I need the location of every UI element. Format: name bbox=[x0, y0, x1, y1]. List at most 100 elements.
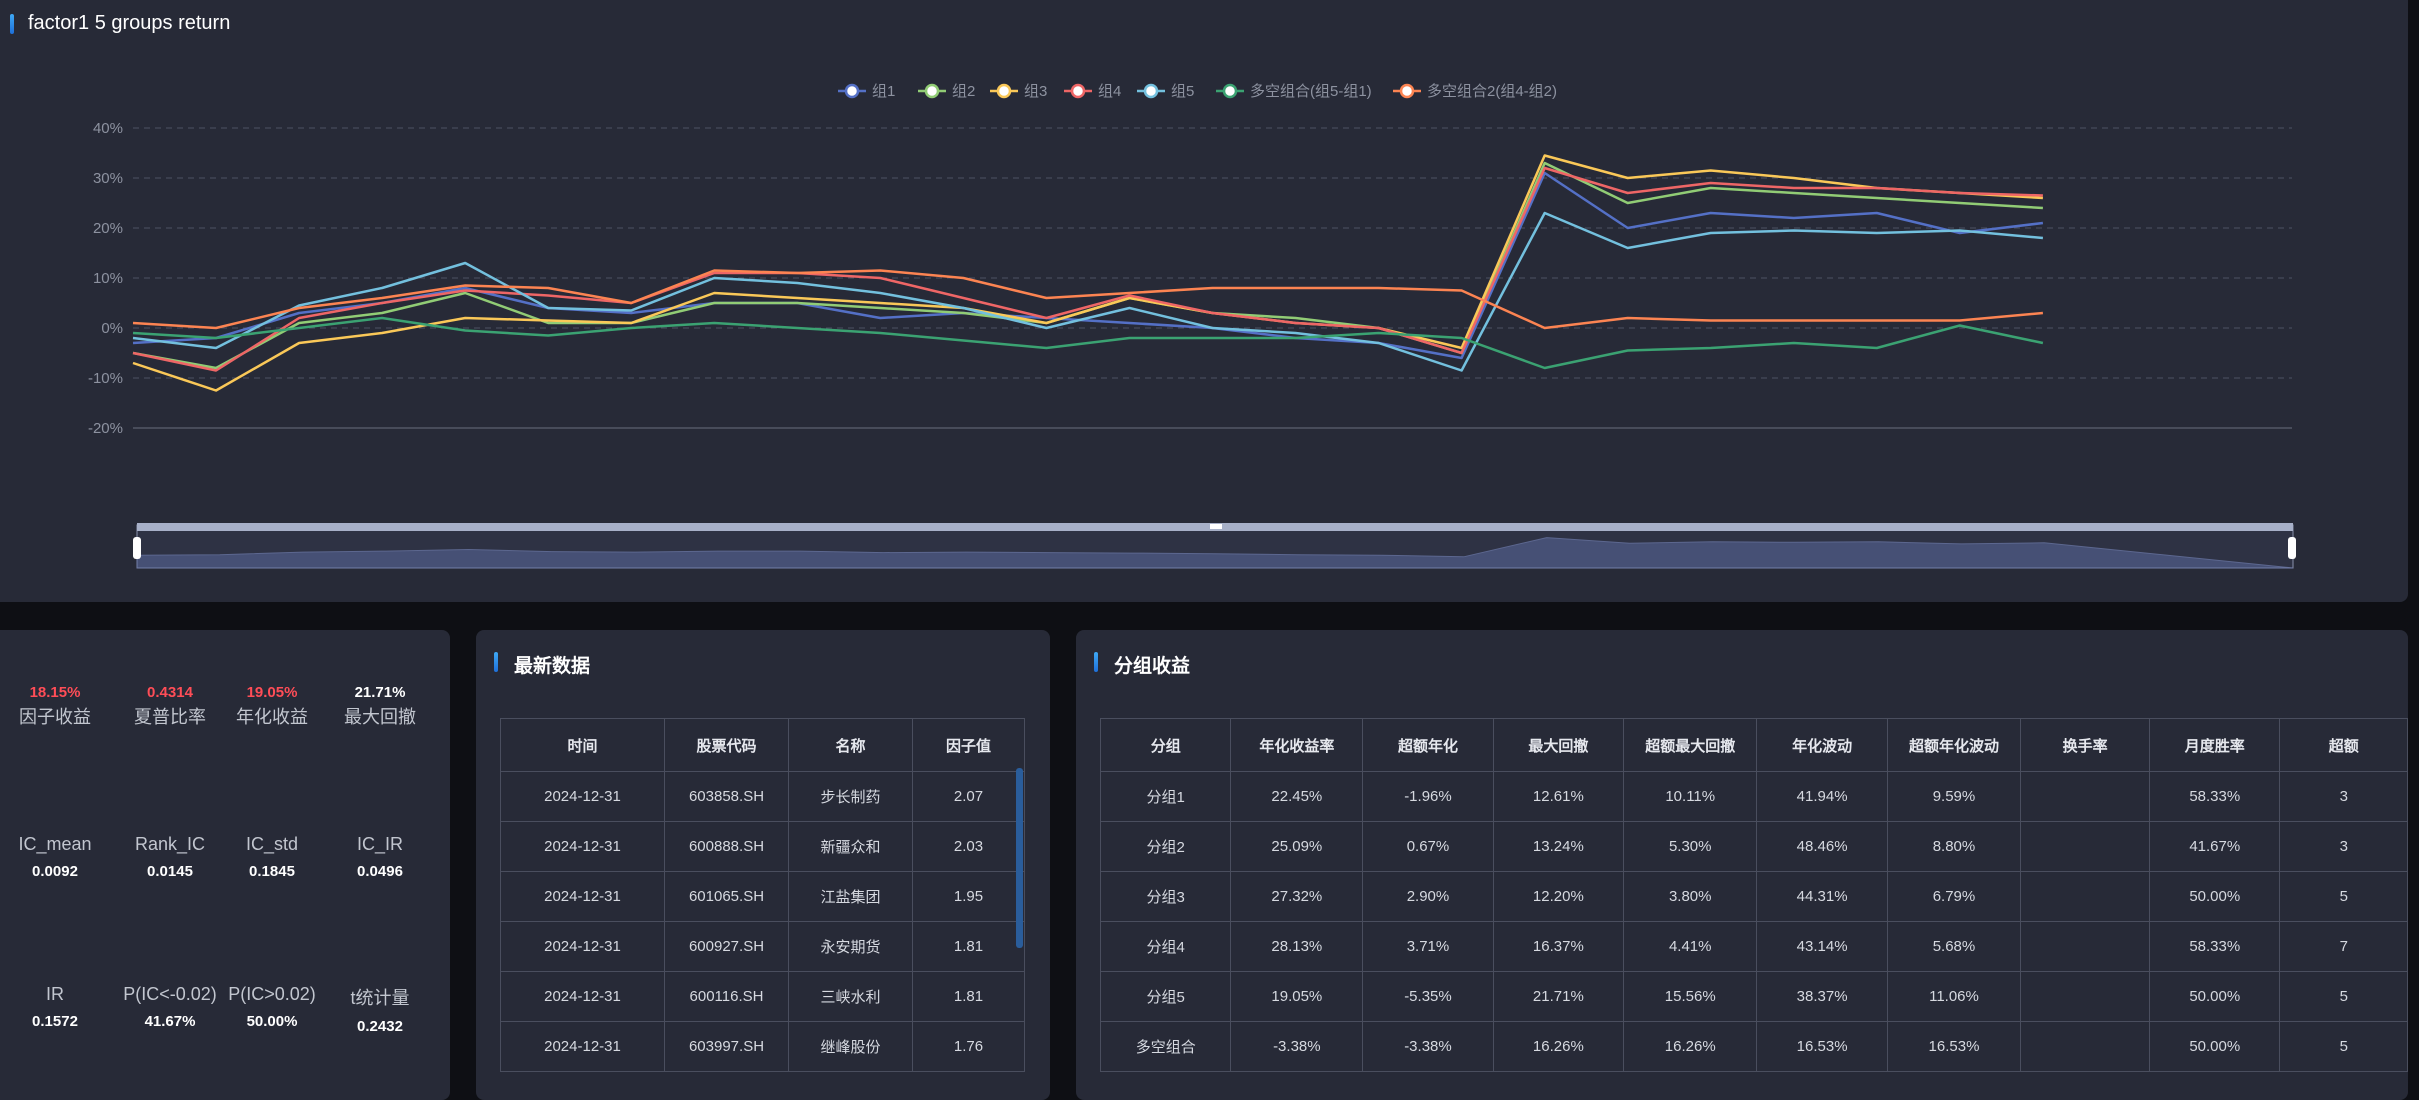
series-line[interactable] bbox=[132, 166, 2043, 372]
table-cell: 5 bbox=[2279, 1021, 2408, 1072]
legend-marker-icon[interactable] bbox=[1222, 83, 1238, 99]
legend-marker-icon[interactable] bbox=[1399, 83, 1415, 99]
table-cell: 5.30% bbox=[1623, 821, 1758, 872]
table-cell bbox=[2020, 1021, 2151, 1072]
column-header[interactable]: 股票代码 bbox=[664, 718, 789, 772]
column-header[interactable]: 年化收益率 bbox=[1230, 718, 1364, 772]
table-cell: 27.32% bbox=[1230, 871, 1364, 922]
column-header[interactable]: 月度胜率 bbox=[2149, 718, 2281, 772]
table-cell: -3.38% bbox=[1230, 1021, 1364, 1072]
legend-marker-icon[interactable] bbox=[844, 83, 860, 99]
table-cell: 10.11% bbox=[1623, 771, 1758, 822]
legend-label[interactable]: 组2 bbox=[952, 83, 975, 100]
table-cell: 5 bbox=[2279, 971, 2408, 1022]
table-cell: 三峡水利 bbox=[788, 971, 913, 1022]
y-tick-label: -10% bbox=[88, 370, 123, 387]
table-cell: 分组5 bbox=[1099, 971, 1232, 1022]
table-cell: 分组1 bbox=[1099, 771, 1232, 822]
column-header[interactable]: 超额年化波动 bbox=[1886, 718, 2022, 772]
series-line[interactable] bbox=[132, 161, 2043, 370]
table-cell: 7 bbox=[2279, 921, 2408, 972]
table-cell: 江盐集团 bbox=[788, 871, 913, 922]
table-row[interactable]: 分组3 27.32% 2.90% 12.20% 3.80% 44.31% 6.79% 50.0… bbox=[1099, 871, 2408, 922]
legend-label[interactable]: 组1 bbox=[872, 83, 895, 100]
column-header[interactable]: 名称 bbox=[788, 718, 913, 772]
table-cell: 16.26% bbox=[1623, 1021, 1758, 1072]
metric-label: 最大回撤 bbox=[344, 707, 416, 727]
column-header[interactable]: 换手率 bbox=[2020, 718, 2151, 772]
table-cell: 分组2 bbox=[1099, 821, 1232, 872]
table-cell: 16.37% bbox=[1492, 921, 1625, 972]
metric-label: 年化收益 bbox=[236, 707, 308, 727]
table-row[interactable]: 多空组合 -3.38% -3.38% 16.26% 16.26% 16.53% 16.53%… bbox=[1099, 1021, 2408, 1072]
legend-label[interactable]: 组4 bbox=[1098, 83, 1121, 100]
legend-marker-icon[interactable] bbox=[996, 83, 1012, 99]
y-tick-label: 40% bbox=[93, 120, 123, 137]
table-cell: 25.09% bbox=[1230, 821, 1364, 872]
table-cell: 分组3 bbox=[1099, 871, 1232, 922]
table-cell bbox=[2020, 771, 2151, 822]
table-cell: 4.41% bbox=[1623, 921, 1758, 972]
legend-marker-icon[interactable] bbox=[924, 83, 940, 99]
table-row[interactable]: 2024-12-31 600927.SH 永安期货 1.81 bbox=[500, 921, 1025, 972]
table-cell: 28.13% bbox=[1230, 921, 1364, 972]
table-cell: 600927.SH bbox=[664, 921, 789, 972]
table-cell: 16.53% bbox=[1886, 1021, 2022, 1072]
metric-label: IC_IR bbox=[356, 834, 403, 854]
table-row[interactable]: 2024-12-31 601065.SH 江盐集团 1.95 bbox=[500, 871, 1025, 922]
metric-label: IR bbox=[46, 984, 64, 1004]
legend-label[interactable]: 多空组合2(组4-组2) bbox=[1427, 83, 1557, 100]
table-row[interactable]: 分组1 22.45% -1.96% 12.61% 10.11% 41.94% 9.59% 58… bbox=[1099, 771, 2408, 822]
table-cell: 16.26% bbox=[1492, 1021, 1625, 1072]
metric-value: 0.2432 bbox=[357, 1018, 403, 1035]
metric-value: 21.71% bbox=[354, 684, 406, 701]
table-scrollbar[interactable] bbox=[1016, 768, 1023, 948]
zoom-handle-right[interactable] bbox=[2288, 537, 2296, 559]
column-header[interactable]: 超额年化 bbox=[1362, 718, 1494, 772]
table-cell: 12.61% bbox=[1492, 771, 1625, 822]
column-header[interactable]: 超额 bbox=[2279, 718, 2408, 772]
table-cell: 43.14% bbox=[1756, 921, 1888, 972]
table-cell: 48.46% bbox=[1756, 821, 1888, 872]
table-cell: 41.94% bbox=[1756, 771, 1888, 822]
legend-marker-icon[interactable] bbox=[1143, 83, 1159, 99]
zoom-handle-left[interactable] bbox=[133, 537, 141, 559]
legend-label[interactable]: 多空组合(组5-组1) bbox=[1250, 83, 1372, 100]
table-cell: 1.76 bbox=[912, 1021, 1025, 1072]
table-cell: 21.71% bbox=[1492, 971, 1625, 1022]
column-header[interactable]: 时间 bbox=[500, 718, 665, 772]
legend-label[interactable]: 组3 bbox=[1024, 83, 1047, 100]
table-cell: 分组4 bbox=[1099, 921, 1232, 972]
table-cell: 1.95 bbox=[912, 871, 1025, 922]
table-cell: 1.81 bbox=[912, 971, 1025, 1022]
table-row[interactable]: 2024-12-31 600888.SH 新疆众和 2.03 bbox=[500, 821, 1025, 872]
table-cell: -3.38% bbox=[1362, 1021, 1494, 1072]
column-header[interactable]: 超额最大回撤 bbox=[1623, 718, 1758, 772]
series-line[interactable] bbox=[132, 171, 2044, 360]
table-cell: 13.24% bbox=[1492, 821, 1625, 872]
table-header-row: 时间 股票代码 名称 因子值 bbox=[500, 718, 1025, 772]
metric-value: 0.0092 bbox=[32, 863, 78, 880]
column-header[interactable]: 分组 bbox=[1099, 718, 1232, 772]
zoom-grip-icon[interactable] bbox=[1210, 524, 1222, 529]
legend-label[interactable]: 组5 bbox=[1171, 83, 1194, 100]
legend-marker-icon[interactable] bbox=[1070, 83, 1086, 99]
table-cell: 11.06% bbox=[1886, 971, 2022, 1022]
column-header[interactable]: 最大回撤 bbox=[1492, 718, 1625, 772]
table-cell: 2.07 bbox=[912, 771, 1025, 822]
table-row[interactable]: 分组2 25.09% 0.67% 13.24% 5.30% 48.46% 8.80% 41.6… bbox=[1099, 821, 2408, 872]
metric-card: 21.71% 最大回撤 bbox=[320, 684, 440, 729]
table-row[interactable]: 分组4 28.13% 3.71% 16.37% 4.41% 43.14% 5.68% 58.3… bbox=[1099, 921, 2408, 972]
table-header-row: 分组 年化收益率 超额年化 最大回撤 超额最大回撤 年化波动 超额年化波动 换手率 月度胜率 超额 bbox=[1099, 718, 2408, 772]
metric-card: 19.05% 年化收益 bbox=[212, 684, 332, 729]
table-cell: 2024-12-31 bbox=[500, 871, 665, 922]
table-row[interactable]: 分组5 19.05% -5.35% 21.71% 15.56% 38.37% 11.06% 5… bbox=[1099, 971, 2408, 1022]
column-header[interactable]: 因子值 bbox=[912, 718, 1025, 772]
table-row[interactable]: 2024-12-31 603858.SH 步长制药 2.07 bbox=[500, 771, 1025, 822]
table-cell: 5.68% bbox=[1886, 921, 2022, 972]
table-row[interactable]: 2024-12-31 603997.SH 继峰股份 1.76 bbox=[500, 1021, 1025, 1072]
table-row[interactable]: 2024-12-31 600116.SH 三峡水利 1.81 bbox=[500, 971, 1025, 1022]
latest-data-table: 时间 股票代码 名称 因子值 2024-12-31 603858.SH 步长制药 2.07 2… bbox=[500, 718, 1025, 1072]
column-header[interactable]: 年化波动 bbox=[1756, 718, 1888, 772]
line-chart[interactable]: 40% 30% 20% 10% 0% -10% -20% 组1 组2 组3 组4 组5 多空组合(组5-… bbox=[0, 0, 2408, 602]
